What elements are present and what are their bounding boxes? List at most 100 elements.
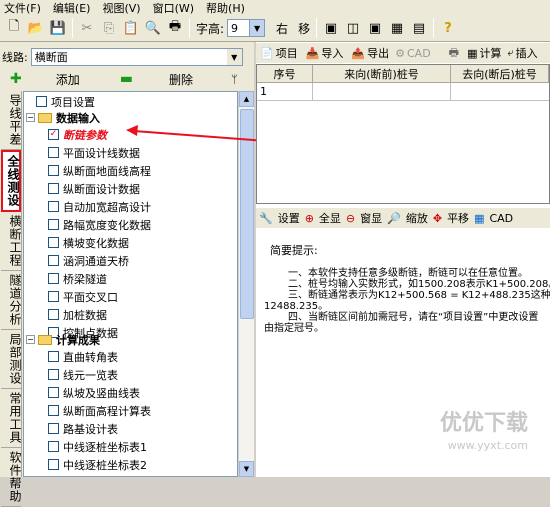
tab-common-tools[interactable]: 常用工具 bbox=[1, 389, 21, 448]
tree-item[interactable]: 纵断面设计数据 bbox=[48, 180, 140, 197]
tab-tunnel-analysis[interactable]: 隧道分析 bbox=[1, 271, 21, 330]
tree-item[interactable]: 自动加宽超高设计 bbox=[48, 198, 151, 215]
print-preview-icon[interactable]: 🔍 bbox=[142, 17, 164, 39]
tree-item[interactable]: 路基设计表 bbox=[48, 420, 118, 437]
import-button[interactable]: 导入 bbox=[321, 45, 343, 61]
table-cell[interactable] bbox=[313, 83, 451, 101]
insert-button[interactable]: 插入 bbox=[516, 45, 538, 61]
tree-item[interactable]: 中线逐桩坐标表2 bbox=[48, 456, 147, 473]
tree-folder-calc-results[interactable]: − 计算成果 bbox=[26, 331, 100, 348]
tree-item-project-settings[interactable]: 项目设置 bbox=[36, 93, 95, 110]
calculator-icon[interactable]: ▦ bbox=[467, 47, 477, 60]
zoom-icon[interactable]: 🔎 bbox=[387, 212, 401, 225]
project-button[interactable]: 项目 bbox=[276, 45, 298, 61]
column-header[interactable]: 去向(断后)桩号 bbox=[451, 65, 549, 83]
checkbox-icon[interactable] bbox=[48, 165, 59, 176]
tree-item[interactable]: 平面设计线数据 bbox=[48, 144, 140, 161]
pin-icon[interactable]: ᛘ bbox=[231, 73, 238, 86]
tree-item[interactable]: 横坡变化数据 bbox=[48, 234, 129, 251]
tab-cross-section[interactable]: 横断工程 bbox=[1, 212, 21, 271]
checkbox-icon[interactable] bbox=[48, 369, 59, 380]
add-button[interactable]: 添加 bbox=[56, 71, 80, 88]
printer-icon[interactable]: 🖶 bbox=[449, 44, 459, 63]
tree-item[interactable]: 直曲转角表 bbox=[48, 348, 118, 365]
cut-icon[interactable]: ✂ bbox=[76, 17, 98, 39]
tree-folder-data-input[interactable]: − 数据输入 bbox=[26, 109, 100, 126]
cad-button[interactable]: CAD bbox=[407, 47, 431, 60]
minus-icon[interactable]: ▬ bbox=[120, 71, 133, 87]
scroll-up-icon[interactable]: ▲ bbox=[239, 91, 254, 107]
checkbox-icon[interactable] bbox=[48, 459, 59, 470]
tree-item[interactable]: 纵断面地面线高程 bbox=[48, 162, 151, 179]
zoom-window-button[interactable]: 窗显 bbox=[360, 210, 382, 226]
column-header[interactable]: 序号 bbox=[257, 65, 313, 83]
checkbox-icon[interactable] bbox=[48, 309, 59, 320]
tree-item[interactable]: 中线逐桩坐标表1 bbox=[48, 438, 147, 455]
open-folder-icon[interactable]: 📂 bbox=[25, 17, 47, 39]
tab-full-line-layout[interactable]: 全线测设 bbox=[1, 150, 21, 212]
print-icon[interactable]: 🖶 bbox=[164, 17, 186, 39]
tab-software-help[interactable]: 软件帮助 bbox=[1, 448, 21, 507]
checkbox-icon[interactable] bbox=[48, 183, 59, 194]
panel-split-icon[interactable]: ◫ bbox=[342, 17, 364, 39]
cad-view-button[interactable]: CAD bbox=[489, 212, 513, 225]
delete-button[interactable]: 删除 bbox=[169, 71, 193, 88]
zoom-extents-icon[interactable]: ⊕ bbox=[305, 212, 314, 225]
insert-icon[interactable]: ⤶ bbox=[507, 46, 513, 60]
new-file-icon[interactable]: 🗋 bbox=[3, 17, 25, 39]
align-right-button[interactable]: 右 bbox=[273, 20, 291, 37]
tree-item[interactable]: ✓断链参数 bbox=[48, 126, 107, 143]
export-button[interactable]: 导出 bbox=[367, 45, 389, 61]
menu-window[interactable]: 窗口(W) bbox=[153, 0, 194, 16]
settings-icon[interactable]: 🔧 bbox=[259, 212, 273, 225]
font-height-select[interactable]: 9 ▼ bbox=[227, 19, 265, 37]
checkbox-icon[interactable] bbox=[48, 273, 59, 284]
panel-left-icon[interactable]: ▣ bbox=[320, 17, 342, 39]
checkbox-icon[interactable] bbox=[48, 423, 59, 434]
zoom-window-icon[interactable]: ⊖ bbox=[346, 212, 355, 225]
collapse-icon[interactable]: − bbox=[26, 335, 35, 344]
panel-right-icon[interactable]: ▣ bbox=[364, 17, 386, 39]
paste-icon[interactable]: 📋 bbox=[120, 17, 142, 39]
checkbox-icon[interactable] bbox=[48, 387, 59, 398]
tree-scrollbar[interactable]: ▲ ▼ bbox=[238, 91, 254, 477]
calculate-button[interactable]: 计算 bbox=[479, 45, 501, 61]
table-cell[interactable] bbox=[451, 83, 549, 101]
pan-icon[interactable]: ✥ bbox=[433, 212, 442, 225]
scroll-down-icon[interactable]: ▼ bbox=[239, 461, 254, 477]
tab-traverse-adjustment[interactable]: 导线平差 bbox=[1, 91, 21, 150]
cad-icon[interactable]: ⚙ bbox=[395, 47, 405, 60]
table-cell[interactable]: 1 bbox=[257, 83, 313, 101]
tree-item[interactable]: 路幅宽度变化数据 bbox=[48, 216, 151, 233]
panel-full-icon[interactable]: ▦ bbox=[386, 17, 408, 39]
tree-item[interactable]: 涵洞通道天桥 bbox=[48, 252, 129, 269]
tab-local-layout[interactable]: 局部测设 bbox=[1, 330, 21, 389]
import-icon[interactable]: 📥 bbox=[306, 47, 320, 60]
checkbox-icon[interactable] bbox=[48, 201, 59, 212]
cad-view-icon[interactable]: ▦ bbox=[474, 212, 484, 225]
zoom-button[interactable]: 缩放 bbox=[406, 210, 428, 226]
column-header[interactable]: 来向(断前)桩号 bbox=[313, 65, 451, 83]
tree-item[interactable]: 纵断面高程计算表 bbox=[48, 402, 151, 419]
checkbox-icon[interactable] bbox=[48, 351, 59, 362]
checkbox-icon[interactable] bbox=[48, 405, 59, 416]
panel-grid-icon[interactable]: ▤ bbox=[408, 17, 430, 39]
tree-item[interactable]: 线元一览表 bbox=[48, 366, 118, 383]
menu-view[interactable]: 视图(V) bbox=[102, 0, 140, 16]
checkbox-icon[interactable] bbox=[48, 219, 59, 230]
copy-icon[interactable]: ⎘ bbox=[98, 17, 120, 39]
checkbox-icon[interactable] bbox=[48, 441, 59, 452]
checkbox-icon[interactable] bbox=[36, 96, 47, 107]
pan-button[interactable]: 平移 bbox=[447, 210, 469, 226]
menu-help[interactable]: 帮助(H) bbox=[206, 0, 245, 16]
checkbox-icon[interactable] bbox=[48, 237, 59, 248]
menu-file[interactable]: 文件(F) bbox=[4, 0, 41, 16]
checked-checkbox-icon[interactable]: ✓ bbox=[48, 129, 59, 140]
tree-item[interactable]: 加桩数据 bbox=[48, 306, 107, 323]
help-icon[interactable]: ? bbox=[437, 17, 459, 39]
checkbox-icon[interactable] bbox=[48, 147, 59, 158]
tree-item[interactable]: 纵坡及竖曲线表 bbox=[48, 384, 140, 401]
project-icon[interactable]: 📄 bbox=[260, 47, 274, 60]
checkbox-icon[interactable] bbox=[48, 291, 59, 302]
menu-edit[interactable]: 编辑(E) bbox=[53, 0, 91, 16]
